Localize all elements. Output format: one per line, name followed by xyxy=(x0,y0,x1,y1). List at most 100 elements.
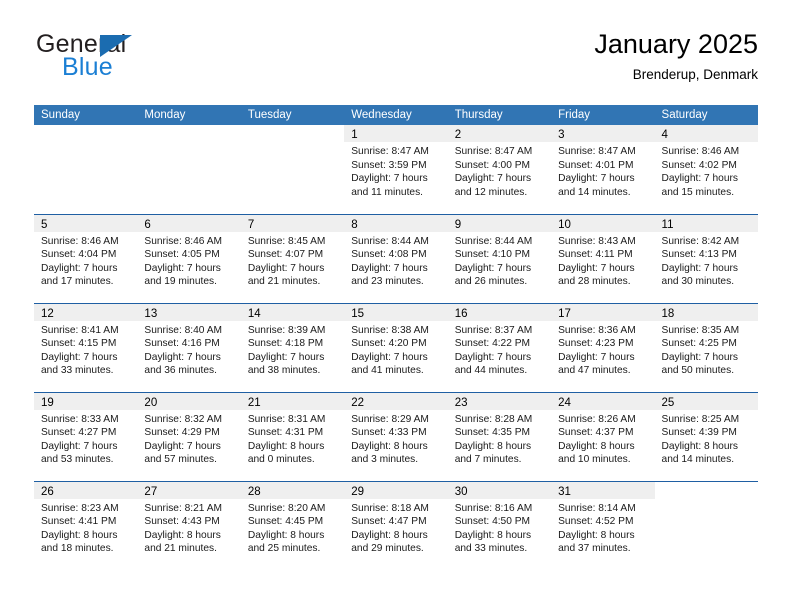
day-number-band: 2 xyxy=(447,125,552,142)
day-cell-13[interactable]: 13 Sunrise: 8:40 AM Sunset: 4:16 PM Dayl… xyxy=(137,303,241,392)
calendar-body: 1 Sunrise: 8:47 AM Sunset: 3:59 PM Dayli… xyxy=(34,125,758,570)
day-cell-26[interactable]: 26 Sunrise: 8:23 AM Sunset: 4:41 PM Dayl… xyxy=(34,481,138,571)
day-cell-details: Sunrise: 8:21 AM Sunset: 4:43 PM Dayligh… xyxy=(137,499,240,556)
daylight-text-line2: and 47 minutes. xyxy=(558,365,631,377)
day-cell-17[interactable]: 17 Sunrise: 8:36 AM Sunset: 4:23 PM Dayl… xyxy=(551,303,655,392)
day-cell-details: Sunrise: 8:46 AM Sunset: 4:02 PM Dayligh… xyxy=(655,142,758,199)
day-number: 17 xyxy=(558,307,571,320)
day-number-band: 17 xyxy=(551,303,655,321)
day-cell-2[interactable]: 2 Sunrise: 8:47 AM Sunset: 4:00 PM Dayli… xyxy=(447,125,552,214)
day-cell-27[interactable]: 27 Sunrise: 8:21 AM Sunset: 4:43 PM Dayl… xyxy=(137,481,241,571)
day-number: 7 xyxy=(247,218,255,231)
day-cell xyxy=(34,125,137,214)
day-cell-14[interactable]: 14 Sunrise: 8:39 AM Sunset: 4:18 PM Dayl… xyxy=(240,303,345,392)
day-cell-7[interactable]: 7 Sunrise: 8:45 AM Sunset: 4:07 PM Dayli… xyxy=(240,214,345,303)
day-cell-31[interactable]: 31 Sunrise: 8:14 AM Sunset: 4:52 PM Dayl… xyxy=(551,481,655,571)
day-cell-empty xyxy=(137,125,240,214)
day-cell-28[interactable]: 28 Sunrise: 8:20 AM Sunset: 4:45 PM Dayl… xyxy=(240,481,345,571)
sunset-text: Sunset: 4:50 PM xyxy=(454,516,531,528)
day-number-band: 27 xyxy=(137,481,241,499)
day-cell-6[interactable]: 6 Sunrise: 8:46 AM Sunset: 4:05 PM Dayli… xyxy=(137,214,241,303)
day-cell-21[interactable]: 21 Sunrise: 8:31 AM Sunset: 4:31 PM Dayl… xyxy=(240,392,345,481)
day-cell-details: Sunrise: 8:25 AM Sunset: 4:39 PM Dayligh… xyxy=(655,410,758,467)
day-cell-details: Sunrise: 8:33 AM Sunset: 4:27 PM Dayligh… xyxy=(34,410,137,467)
day-cell-10[interactable]: 10 Sunrise: 8:43 AM Sunset: 4:11 PM Dayl… xyxy=(551,214,655,303)
day-cell: 27 Sunrise: 8:21 AM Sunset: 4:43 PM Dayl… xyxy=(137,480,241,571)
day-cell-20[interactable]: 20 Sunrise: 8:32 AM Sunset: 4:29 PM Dayl… xyxy=(137,392,241,481)
day-number-band: 1 xyxy=(344,125,448,142)
day-cell-details: Sunrise: 8:28 AM Sunset: 4:35 PM Dayligh… xyxy=(448,410,551,467)
day-number: 8 xyxy=(351,218,358,231)
daylight-text-line1: Daylight: 7 hours xyxy=(558,351,635,363)
day-cell-9[interactable]: 9 Sunrise: 8:44 AM Sunset: 4:10 PM Dayli… xyxy=(447,214,552,303)
sunrise-text: Sunrise: 8:43 AM xyxy=(558,235,636,247)
day-cell-19[interactable]: 19 Sunrise: 8:33 AM Sunset: 4:27 PM Dayl… xyxy=(34,392,138,481)
day-number: 4 xyxy=(661,129,668,141)
day-cell: 4 Sunrise: 8:46 AM Sunset: 4:02 PM Dayli… xyxy=(654,125,758,214)
sunset-text: Sunset: 4:08 PM xyxy=(351,249,427,261)
day-number-band: 19 xyxy=(34,392,138,410)
day-cell-5[interactable]: 5 Sunrise: 8:46 AM Sunset: 4:04 PM Dayli… xyxy=(34,214,138,303)
day-cell: 19 Sunrise: 8:33 AM Sunset: 4:27 PM Dayl… xyxy=(34,391,138,481)
day-cell-29[interactable]: 29 Sunrise: 8:18 AM Sunset: 4:47 PM Dayl… xyxy=(344,481,448,571)
day-cell-details: Sunrise: 8:46 AM Sunset: 4:05 PM Dayligh… xyxy=(137,232,240,289)
generalblue-logo[interactable]: General Blue xyxy=(36,32,246,86)
day-cell-4[interactable]: 4 Sunrise: 8:46 AM Sunset: 4:02 PM Dayli… xyxy=(654,125,758,214)
daylight-text-line2: and 14 minutes. xyxy=(661,454,735,466)
day-cell-details: Sunrise: 8:14 AM Sunset: 4:52 PM Dayligh… xyxy=(551,499,654,556)
day-number-band: 28 xyxy=(240,481,345,499)
sunset-text: Sunset: 4:33 PM xyxy=(351,427,427,439)
daylight-text-line1: Daylight: 7 hours xyxy=(351,262,428,274)
daylight-text-line1: Daylight: 8 hours xyxy=(351,529,428,541)
day-number-band: 10 xyxy=(551,214,655,232)
day-cell-24[interactable]: 24 Sunrise: 8:26 AM Sunset: 4:37 PM Dayl… xyxy=(551,392,655,481)
sunrise-text: Sunrise: 8:36 AM xyxy=(558,324,636,336)
week-row: 1 Sunrise: 8:47 AM Sunset: 3:59 PM Dayli… xyxy=(34,125,758,214)
day-cell: 7 Sunrise: 8:45 AM Sunset: 4:07 PM Dayli… xyxy=(240,213,345,303)
day-cell-8[interactable]: 8 Sunrise: 8:44 AM Sunset: 4:08 PM Dayli… xyxy=(344,214,448,303)
day-cell-details: Sunrise: 8:47 AM Sunset: 3:59 PM Dayligh… xyxy=(344,142,447,199)
sunset-text: Sunset: 4:00 PM xyxy=(454,159,531,171)
day-number: 2 xyxy=(454,129,462,141)
day-cell: 14 Sunrise: 8:39 AM Sunset: 4:18 PM Dayl… xyxy=(240,302,345,392)
sunrise-text: Sunrise: 8:26 AM xyxy=(558,413,636,425)
daylight-text-line1: Daylight: 7 hours xyxy=(454,262,532,274)
daylight-text-line1: Daylight: 7 hours xyxy=(351,351,428,363)
sunset-text: Sunset: 4:52 PM xyxy=(558,516,634,528)
day-cell: 18 Sunrise: 8:35 AM Sunset: 4:25 PM Dayl… xyxy=(654,302,758,392)
day-cell: 17 Sunrise: 8:36 AM Sunset: 4:23 PM Dayl… xyxy=(551,302,655,392)
day-cell: 28 Sunrise: 8:20 AM Sunset: 4:45 PM Dayl… xyxy=(240,480,345,571)
daylight-text-line1: Daylight: 7 hours xyxy=(144,440,221,452)
day-cell-30[interactable]: 30 Sunrise: 8:16 AM Sunset: 4:50 PM Dayl… xyxy=(447,481,552,571)
day-cell-details: Sunrise: 8:32 AM Sunset: 4:29 PM Dayligh… xyxy=(137,410,240,467)
sunrise-text: Sunrise: 8:47 AM xyxy=(454,146,533,157)
sunrise-text: Sunrise: 8:39 AM xyxy=(247,324,326,336)
day-cell-12[interactable]: 12 Sunrise: 8:41 AM Sunset: 4:15 PM Dayl… xyxy=(34,303,138,392)
day-cell-25[interactable]: 25 Sunrise: 8:25 AM Sunset: 4:39 PM Dayl… xyxy=(654,392,758,481)
day-cell-18[interactable]: 18 Sunrise: 8:35 AM Sunset: 4:25 PM Dayl… xyxy=(654,303,758,392)
sunrise-text: Sunrise: 8:42 AM xyxy=(661,235,740,247)
day-cell: 25 Sunrise: 8:25 AM Sunset: 4:39 PM Dayl… xyxy=(654,391,758,481)
weekday-header-thursday: Thursday xyxy=(447,105,552,125)
sunrise-text: Sunrise: 8:18 AM xyxy=(351,502,429,514)
day-cell-15[interactable]: 15 Sunrise: 8:38 AM Sunset: 4:20 PM Dayl… xyxy=(344,303,448,392)
day-cell-22[interactable]: 22 Sunrise: 8:29 AM Sunset: 4:33 PM Dayl… xyxy=(344,392,448,481)
day-cell-11[interactable]: 11 Sunrise: 8:42 AM Sunset: 4:13 PM Dayl… xyxy=(654,214,758,303)
logo-text-blue: Blue xyxy=(62,53,113,81)
day-number: 10 xyxy=(558,218,571,231)
day-cell-1[interactable]: 1 Sunrise: 8:47 AM Sunset: 3:59 PM Dayli… xyxy=(344,125,448,214)
day-cell: 16 Sunrise: 8:37 AM Sunset: 4:22 PM Dayl… xyxy=(447,302,552,392)
day-number-band: 15 xyxy=(344,303,448,321)
day-number-band: 6 xyxy=(137,214,241,232)
day-cell: 15 Sunrise: 8:38 AM Sunset: 4:20 PM Dayl… xyxy=(344,302,448,392)
day-cell-23[interactable]: 23 Sunrise: 8:28 AM Sunset: 4:35 PM Dayl… xyxy=(447,392,552,481)
day-cell-details: Sunrise: 8:38 AM Sunset: 4:20 PM Dayligh… xyxy=(344,321,447,378)
daylight-text-line1: Daylight: 7 hours xyxy=(454,173,532,185)
day-cell: 23 Sunrise: 8:28 AM Sunset: 4:35 PM Dayl… xyxy=(447,391,552,481)
day-number-band: 3 xyxy=(551,125,655,142)
day-number: 3 xyxy=(558,129,565,141)
daylight-text-line1: Daylight: 8 hours xyxy=(247,440,325,452)
day-cell-details: Sunrise: 8:41 AM Sunset: 4:15 PM Dayligh… xyxy=(34,321,137,378)
day-cell-16[interactable]: 16 Sunrise: 8:37 AM Sunset: 4:22 PM Dayl… xyxy=(447,303,552,392)
day-cell-3[interactable]: 3 Sunrise: 8:47 AM Sunset: 4:01 PM Dayli… xyxy=(551,125,655,214)
